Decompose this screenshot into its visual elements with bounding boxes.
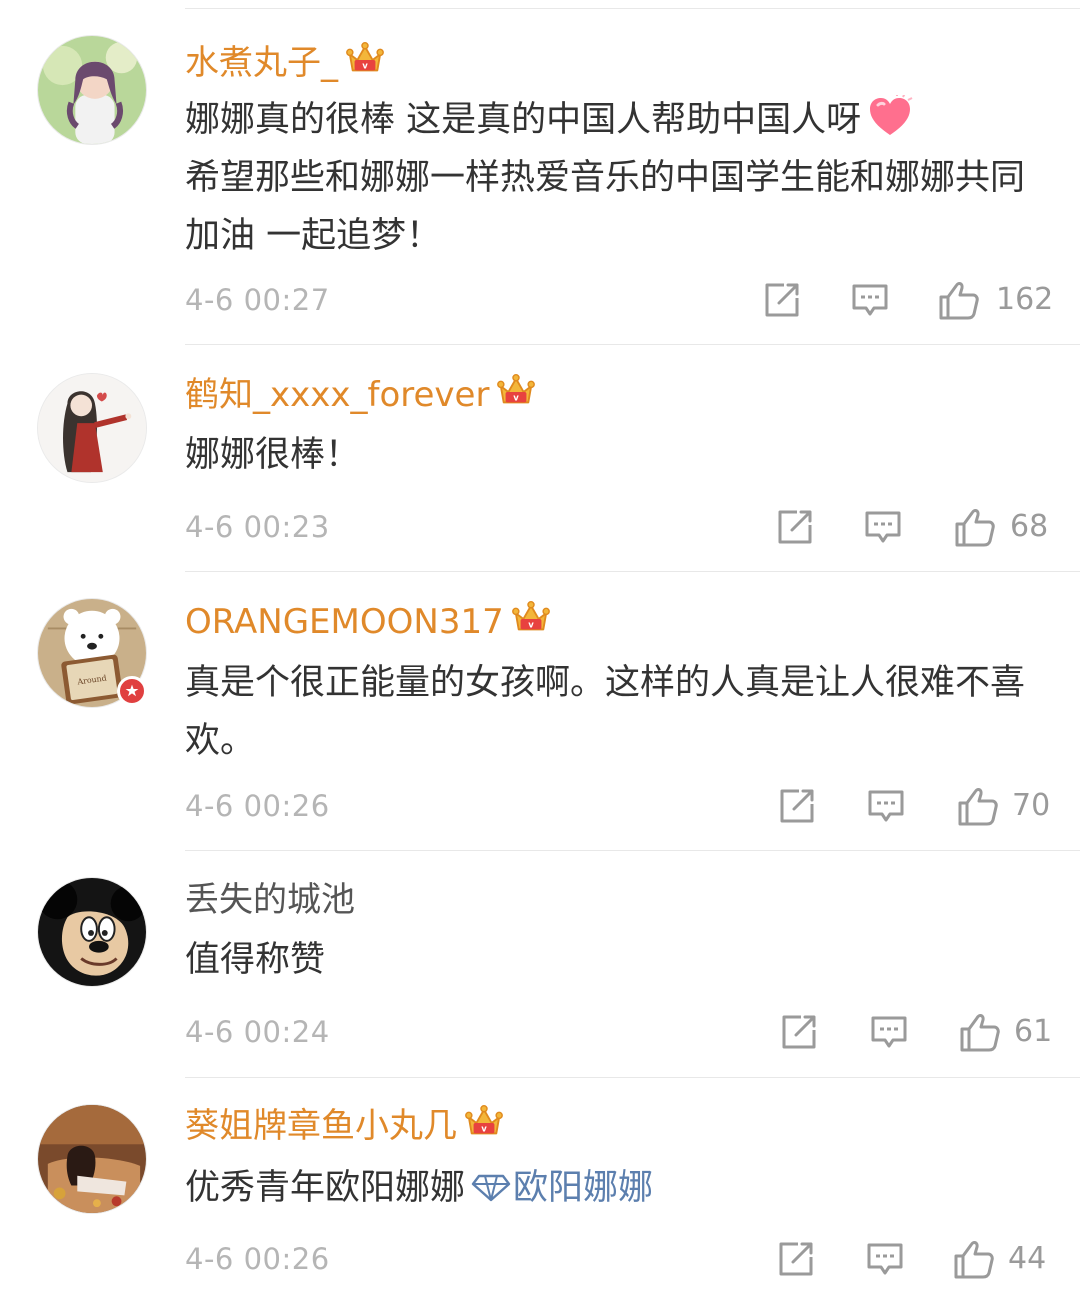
like-button[interactable] — [952, 1237, 996, 1277]
repost-icon — [775, 507, 815, 547]
comment-line: 娜娜真的很棒 这是真的中国人帮助中国人呀 — [185, 100, 862, 140]
repost-button[interactable] — [777, 786, 817, 826]
username[interactable]: 水煮丸子_ — [185, 41, 384, 85]
vip-crown-icon — [465, 1104, 503, 1140]
comment-time: 4-6 00:23 — [185, 510, 330, 544]
vip-crown-icon — [512, 600, 550, 636]
comment-button[interactable] — [863, 507, 903, 547]
comment-item: 葵姐牌章鱼小丸几 优秀青年欧阳娜娜 欧阳娜娜 4-6 00:26 44 — [0, 1104, 1080, 1296]
avatar[interactable] — [37, 373, 147, 483]
comment-text: 值得称赞 — [185, 931, 1055, 989]
like-count[interactable]: 162 — [996, 280, 1053, 320]
username-text[interactable]: 葵姐牌章鱼小丸几 — [185, 1106, 457, 1146]
diamond-icon — [471, 1174, 511, 1202]
avatar[interactable] — [37, 877, 147, 987]
thumbs-up-icon — [958, 1010, 1002, 1054]
comment-button[interactable] — [869, 1012, 909, 1052]
comment-line: 娜娜很棒！ — [185, 435, 361, 475]
username[interactable]: ORANGEMOON317 — [185, 600, 550, 644]
comment-icon — [865, 1239, 905, 1279]
comment-icon — [866, 786, 906, 826]
username-text[interactable]: 水煮丸子_ — [185, 43, 338, 83]
repost-icon — [776, 1239, 816, 1279]
username[interactable]: 葵姐牌章鱼小丸几 — [185, 1104, 503, 1148]
like-count[interactable]: 70 — [1012, 786, 1050, 826]
like-button[interactable] — [958, 1010, 1002, 1050]
thumbs-up-icon — [937, 278, 981, 322]
divider — [185, 1077, 1080, 1078]
comment-item: 丢失的城池 值得称赞 4-6 00:24 61 — [0, 877, 1080, 1078]
repost-button[interactable] — [779, 1012, 819, 1052]
like-button[interactable] — [956, 784, 1000, 824]
comment-line: 真是个很正能量的女孩啊。这样的人真是让人很难不喜欢。 — [185, 663, 1026, 761]
like-count[interactable]: 44 — [1008, 1239, 1046, 1279]
vip-crown-icon — [346, 41, 384, 77]
repost-icon — [779, 1012, 819, 1052]
repost-icon — [777, 786, 817, 826]
comment-line: 优秀青年欧阳娜娜 — [185, 1168, 466, 1208]
avatar[interactable] — [37, 35, 147, 145]
comment-text: 娜娜真的很棒 这是真的中国人帮助中国人呀 希望那些和娜娜一样热爱音乐的中国学生能… — [185, 91, 1055, 265]
comment-text: 优秀青年欧阳娜娜 欧阳娜娜 — [185, 1159, 1055, 1217]
comment-item: 水煮丸子_ 娜娜真的很棒 这是真的中国人帮助中国人呀 希望那些和娜娜一样热爱音乐… — [0, 35, 1080, 345]
repost-button[interactable] — [762, 280, 802, 320]
comment-time: 4-6 00:24 — [185, 1015, 330, 1049]
comment-text: 真是个很正能量的女孩啊。这样的人真是让人很难不喜欢。 — [185, 654, 1055, 770]
username[interactable]: 鹤知_xxxx_forever — [185, 373, 535, 417]
username-text[interactable]: ORANGEMOON317 — [185, 602, 504, 642]
comment-line: 值得称赞 — [185, 940, 326, 980]
topic-link[interactable]: 欧阳娜娜 — [513, 1168, 653, 1208]
comment-icon — [869, 1012, 909, 1052]
thumbs-up-icon — [956, 784, 1000, 828]
like-count[interactable]: 68 — [1010, 507, 1048, 547]
comment-line: 希望那些和娜娜一样热爱音乐的中国学生能和娜娜共同加油 一起追梦！ — [185, 158, 1026, 256]
comment-item: Around ORANGEMOON317 真是个很正能量的女孩啊。这样的人真是让… — [0, 598, 1080, 851]
top-divider — [185, 8, 1080, 9]
username-text[interactable]: 丢失的城池 — [185, 880, 355, 920]
comment-button[interactable] — [865, 1239, 905, 1279]
thumbs-up-icon — [953, 505, 997, 549]
comment-button[interactable] — [866, 786, 906, 826]
comment-button[interactable] — [850, 280, 890, 320]
comment-time: 4-6 00:26 — [185, 1242, 330, 1276]
like-button[interactable] — [937, 278, 981, 318]
username[interactable]: 丢失的城池 — [185, 878, 355, 922]
comment-time: 4-6 00:26 — [185, 789, 330, 823]
heart-emoji-icon — [870, 95, 913, 135]
repost-button[interactable] — [775, 507, 815, 547]
comment-item: 鹤知_xxxx_forever 娜娜很棒！ 4-6 00:23 68 — [0, 373, 1080, 572]
repost-button[interactable] — [776, 1239, 816, 1279]
comment-icon — [863, 507, 903, 547]
like-button[interactable] — [953, 505, 997, 545]
username-text[interactable]: 鹤知_xxxx_forever — [185, 375, 489, 415]
avatar[interactable] — [37, 1104, 147, 1214]
vip-crown-icon — [497, 373, 535, 409]
divider — [185, 571, 1080, 572]
divider — [185, 344, 1080, 345]
comment-time: 4-6 00:27 — [185, 283, 330, 317]
repost-icon — [762, 280, 802, 320]
verified-badge-icon — [117, 676, 147, 706]
thumbs-up-icon — [952, 1237, 996, 1281]
like-count[interactable]: 61 — [1014, 1012, 1052, 1052]
comment-icon — [850, 280, 890, 320]
divider — [185, 850, 1080, 851]
comment-text: 娜娜很棒！ — [185, 426, 1055, 484]
